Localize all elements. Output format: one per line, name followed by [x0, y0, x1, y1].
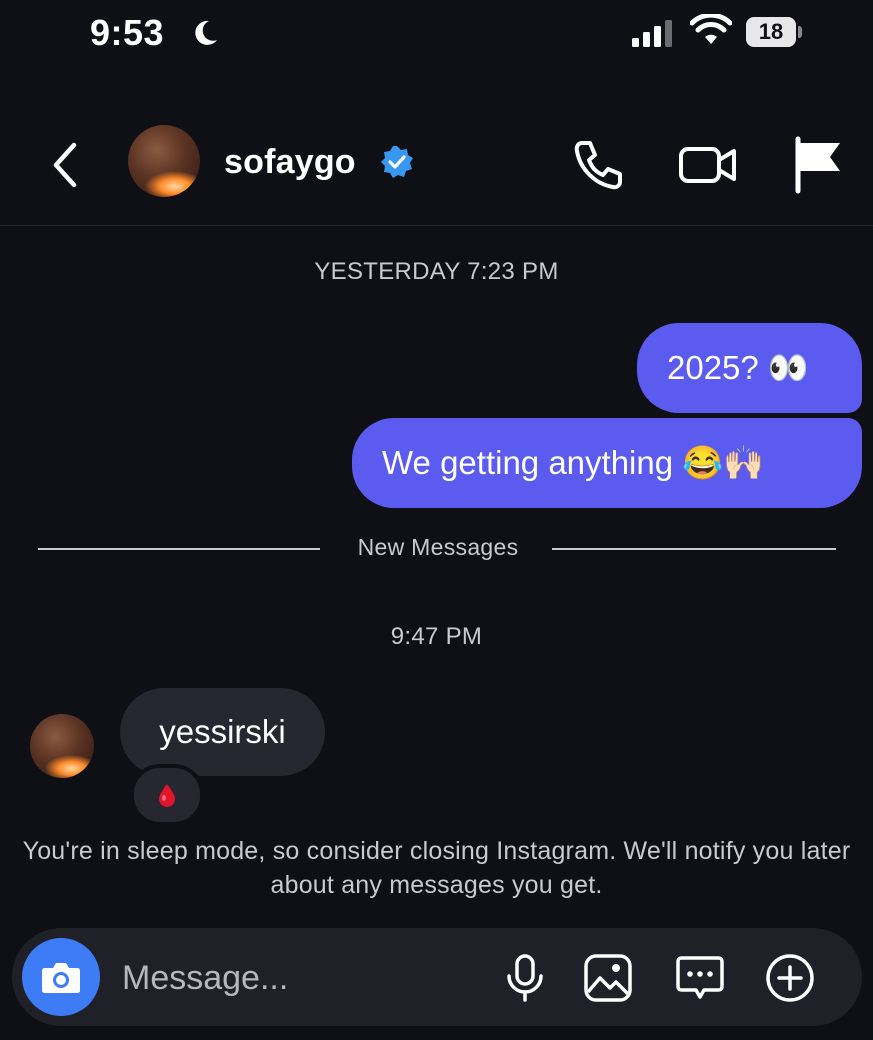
- status-time: 9:53: [90, 12, 165, 53]
- message-text: yessirski: [159, 713, 286, 750]
- new-messages-divider: New Messages: [38, 530, 838, 566]
- plus-circle-icon[interactable]: [762, 950, 818, 1006]
- dm-screen: 9:53 18 sofaygo YESTERDAY 7:23 PM 2025? …: [0, 0, 873, 1040]
- contact-avatar[interactable]: [128, 125, 200, 197]
- new-messages-label: New Messages: [357, 534, 519, 560]
- sleep-mode-notice: You're in sleep mode, so consider closin…: [22, 837, 851, 899]
- battery-level: 18: [758, 19, 784, 44]
- timestamp-today: 9:47 PM: [390, 623, 483, 650]
- incoming-message[interactable]: yessirski: [120, 688, 325, 776]
- microphone-icon[interactable]: [497, 950, 553, 1006]
- sticker-chat-icon[interactable]: [672, 950, 728, 1006]
- battery-indicator: 18: [746, 17, 796, 47]
- timestamp-yesterday: YESTERDAY 7:23 PM: [314, 258, 559, 285]
- moon-icon: [195, 20, 217, 45]
- outgoing-message[interactable]: We getting anything 😂🙌🏻: [352, 418, 862, 508]
- wifi-icon: [690, 14, 732, 44]
- chat-header: sofaygo: [0, 105, 873, 226]
- status-bar: 9:53 18: [0, 0, 873, 70]
- message-reaction[interactable]: [130, 764, 204, 826]
- camera-icon: [42, 963, 80, 993]
- verified-badge-icon: [381, 146, 413, 178]
- flag-icon[interactable]: [790, 135, 846, 195]
- video-camera-icon[interactable]: [676, 135, 740, 195]
- divider-line-right: [552, 548, 836, 550]
- camera-button[interactable]: [22, 938, 100, 1016]
- sender-avatar[interactable]: [30, 714, 94, 778]
- message-composer: [12, 928, 862, 1026]
- message-text: We getting anything 😂🙌🏻: [382, 443, 765, 481]
- outgoing-message[interactable]: 2025? 👀: [637, 323, 862, 413]
- message-input[interactable]: [120, 950, 484, 1006]
- divider-line-left: [38, 548, 320, 550]
- contact-name[interactable]: sofaygo: [224, 143, 356, 182]
- back-chevron-icon[interactable]: [44, 135, 84, 195]
- battery-cap: [798, 26, 802, 38]
- gallery-icon[interactable]: [580, 950, 636, 1006]
- message-text: 2025? 👀: [667, 348, 810, 386]
- phone-icon[interactable]: [568, 135, 628, 195]
- signal-icon: [632, 20, 672, 47]
- blood-drop-icon: [159, 784, 175, 807]
